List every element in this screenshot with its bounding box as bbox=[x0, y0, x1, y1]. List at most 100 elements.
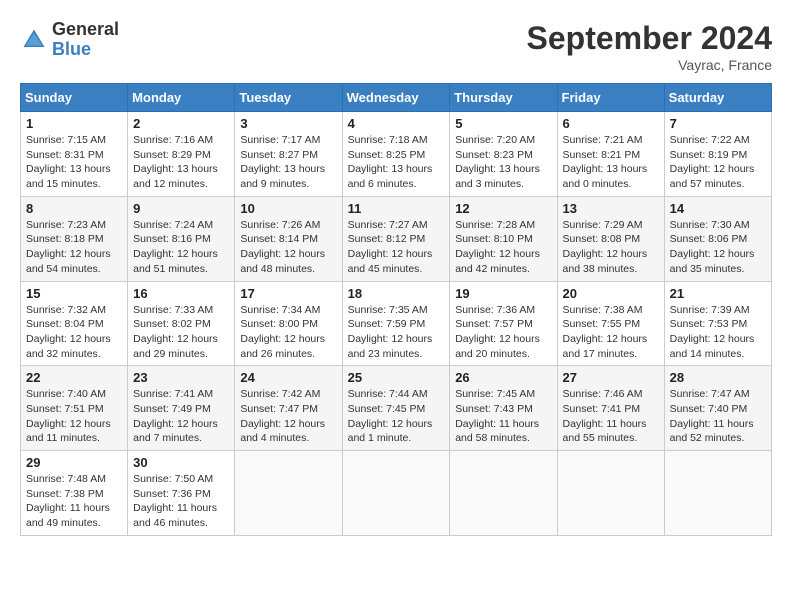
day-info: Sunrise: 7:36 AMSunset: 7:57 PMDaylight:… bbox=[455, 303, 551, 362]
calendar-cell: 30Sunrise: 7:50 AMSunset: 7:36 PMDayligh… bbox=[128, 451, 235, 536]
calendar-cell: 9 Sunrise: 7:24 AMSunset: 8:16 PMDaylight… bbox=[128, 196, 235, 281]
day-info: Sunrise: 7:45 AMSunset: 7:43 PMDaylight:… bbox=[455, 387, 551, 446]
column-header-saturday: Saturday bbox=[664, 84, 771, 112]
day-info: Sunrise: 7:24 AMSunset: 8:16 PMDaylight:… bbox=[133, 218, 229, 277]
day-info: Sunrise: 7:18 AMSunset: 8:25 PMDaylight:… bbox=[348, 133, 445, 192]
calendar-cell: 5Sunrise: 7:20 AMSunset: 8:23 PMDaylight… bbox=[450, 112, 557, 197]
column-header-monday: Monday bbox=[128, 84, 235, 112]
calendar-cell: 13Sunrise: 7:29 AMSunset: 8:08 PMDayligh… bbox=[557, 196, 664, 281]
day-info: Sunrise: 7:22 AMSunset: 8:19 PMDaylight:… bbox=[670, 133, 766, 192]
calendar-cell bbox=[664, 451, 771, 536]
calendar-week-5: 29Sunrise: 7:48 AMSunset: 7:38 PMDayligh… bbox=[21, 451, 772, 536]
day-info: Sunrise: 7:15 AMSunset: 8:31 PMDaylight:… bbox=[26, 133, 122, 192]
day-number: 1 bbox=[26, 116, 122, 131]
calendar-cell: 27Sunrise: 7:46 AMSunset: 7:41 PMDayligh… bbox=[557, 366, 664, 451]
calendar-week-1: 1 Sunrise: 7:15 AMSunset: 8:31 PMDaylight… bbox=[21, 112, 772, 197]
day-number: 7 bbox=[670, 116, 766, 131]
location-subtitle: Vayrac, France bbox=[527, 57, 772, 73]
calendar-cell: 12Sunrise: 7:28 AMSunset: 8:10 PMDayligh… bbox=[450, 196, 557, 281]
calendar-cell: 4Sunrise: 7:18 AMSunset: 8:25 PMDaylight… bbox=[342, 112, 450, 197]
column-headers: SundayMondayTuesdayWednesdayThursdayFrid… bbox=[21, 84, 772, 112]
day-info: Sunrise: 7:42 AMSunset: 7:47 PMDaylight:… bbox=[240, 387, 336, 446]
day-info: Sunrise: 7:34 AMSunset: 8:00 PMDaylight:… bbox=[240, 303, 336, 362]
day-info: Sunrise: 7:26 AMSunset: 8:14 PMDaylight:… bbox=[240, 218, 336, 277]
calendar-cell bbox=[342, 451, 450, 536]
day-info: Sunrise: 7:23 AMSunset: 8:18 PMDaylight:… bbox=[26, 218, 122, 277]
column-header-tuesday: Tuesday bbox=[235, 84, 342, 112]
day-number: 22 bbox=[26, 370, 122, 385]
day-number: 19 bbox=[455, 286, 551, 301]
column-header-sunday: Sunday bbox=[21, 84, 128, 112]
calendar-cell: 1 Sunrise: 7:15 AMSunset: 8:31 PMDaylight… bbox=[21, 112, 128, 197]
day-number: 28 bbox=[670, 370, 766, 385]
day-info: Sunrise: 7:44 AMSunset: 7:45 PMDaylight:… bbox=[348, 387, 445, 446]
calendar-cell: 20Sunrise: 7:38 AMSunset: 7:55 PMDayligh… bbox=[557, 281, 664, 366]
column-header-friday: Friday bbox=[557, 84, 664, 112]
day-number: 27 bbox=[563, 370, 659, 385]
calendar-cell bbox=[557, 451, 664, 536]
day-number: 3 bbox=[240, 116, 336, 131]
day-number: 14 bbox=[670, 201, 766, 216]
calendar-cell: 3 Sunrise: 7:17 AMSunset: 8:27 PMDaylight… bbox=[235, 112, 342, 197]
calendar-cell bbox=[450, 451, 557, 536]
day-number: 2 bbox=[133, 116, 229, 131]
calendar-cell: 24 Sunrise: 7:42 AMSunset: 7:47 PMDayligh… bbox=[235, 366, 342, 451]
day-info: Sunrise: 7:32 AMSunset: 8:04 PMDaylight:… bbox=[26, 303, 122, 362]
calendar-cell: 14 Sunrise: 7:30 AMSunset: 8:06 PMDayligh… bbox=[664, 196, 771, 281]
calendar-week-2: 8 Sunrise: 7:23 AMSunset: 8:18 PMDaylight… bbox=[21, 196, 772, 281]
day-info: Sunrise: 7:27 AMSunset: 8:12 PMDaylight:… bbox=[348, 218, 445, 277]
title-area: September 2024 Vayrac, France bbox=[527, 20, 772, 73]
calendar-cell: 21 Sunrise: 7:39 AMSunset: 7:53 PMDayligh… bbox=[664, 281, 771, 366]
calendar-cell: 23 Sunrise: 7:41 AMSunset: 7:49 PMDayligh… bbox=[128, 366, 235, 451]
calendar-cell: 2 Sunrise: 7:16 AMSunset: 8:29 PMDaylight… bbox=[128, 112, 235, 197]
day-number: 26 bbox=[455, 370, 551, 385]
day-info: Sunrise: 7:17 AMSunset: 8:27 PMDaylight:… bbox=[240, 133, 336, 192]
day-number: 9 bbox=[133, 201, 229, 216]
day-number: 10 bbox=[240, 201, 336, 216]
logo: General Blue bbox=[20, 20, 119, 60]
day-number: 16 bbox=[133, 286, 229, 301]
column-header-wednesday: Wednesday bbox=[342, 84, 450, 112]
calendar-cell: 10 Sunrise: 7:26 AMSunset: 8:14 PMDayligh… bbox=[235, 196, 342, 281]
calendar-cell: 15 Sunrise: 7:32 AMSunset: 8:04 PMDayligh… bbox=[21, 281, 128, 366]
day-number: 18 bbox=[348, 286, 445, 301]
day-number: 23 bbox=[133, 370, 229, 385]
day-info: Sunrise: 7:16 AMSunset: 8:29 PMDaylight:… bbox=[133, 133, 229, 192]
calendar-table: SundayMondayTuesdayWednesdayThursdayFrid… bbox=[20, 83, 772, 536]
calendar-cell: 16 Sunrise: 7:33 AMSunset: 8:02 PMDayligh… bbox=[128, 281, 235, 366]
calendar-week-4: 22 Sunrise: 7:40 AMSunset: 7:51 PMDayligh… bbox=[21, 366, 772, 451]
calendar-cell: 25 Sunrise: 7:44 AMSunset: 7:45 PMDayligh… bbox=[342, 366, 450, 451]
day-number: 15 bbox=[26, 286, 122, 301]
day-info: Sunrise: 7:33 AMSunset: 8:02 PMDaylight:… bbox=[133, 303, 229, 362]
logo-blue: Blue bbox=[52, 39, 91, 59]
day-info: Sunrise: 7:30 AMSunset: 8:06 PMDaylight:… bbox=[670, 218, 766, 277]
column-header-thursday: Thursday bbox=[450, 84, 557, 112]
day-number: 6 bbox=[563, 116, 659, 131]
calendar-cell: 19 Sunrise: 7:36 AMSunset: 7:57 PMDayligh… bbox=[450, 281, 557, 366]
logo-icon bbox=[20, 26, 48, 54]
calendar-cell bbox=[235, 451, 342, 536]
header: General Blue September 2024 Vayrac, Fran… bbox=[20, 20, 772, 73]
day-number: 21 bbox=[670, 286, 766, 301]
day-number: 25 bbox=[348, 370, 445, 385]
calendar-week-3: 15 Sunrise: 7:32 AMSunset: 8:04 PMDayligh… bbox=[21, 281, 772, 366]
day-number: 5 bbox=[455, 116, 551, 131]
day-number: 11 bbox=[348, 201, 445, 216]
day-number: 29 bbox=[26, 455, 122, 470]
day-info: Sunrise: 7:21 AMSunset: 8:21 PMDaylight:… bbox=[563, 133, 659, 192]
day-info: Sunrise: 7:39 AMSunset: 7:53 PMDaylight:… bbox=[670, 303, 766, 362]
calendar-cell: 22 Sunrise: 7:40 AMSunset: 7:51 PMDayligh… bbox=[21, 366, 128, 451]
calendar-cell: 11 Sunrise: 7:27 AMSunset: 8:12 PMDayligh… bbox=[342, 196, 450, 281]
day-number: 13 bbox=[563, 201, 659, 216]
day-number: 17 bbox=[240, 286, 336, 301]
month-title: September 2024 bbox=[527, 20, 772, 57]
calendar-cell: 29Sunrise: 7:48 AMSunset: 7:38 PMDayligh… bbox=[21, 451, 128, 536]
calendar-cell: 6 Sunrise: 7:21 AMSunset: 8:21 PMDaylight… bbox=[557, 112, 664, 197]
day-info: Sunrise: 7:47 AMSunset: 7:40 PMDaylight:… bbox=[670, 387, 766, 446]
day-info: Sunrise: 7:40 AMSunset: 7:51 PMDaylight:… bbox=[26, 387, 122, 446]
day-info: Sunrise: 7:41 AMSunset: 7:49 PMDaylight:… bbox=[133, 387, 229, 446]
day-info: Sunrise: 7:35 AMSunset: 7:59 PMDaylight:… bbox=[348, 303, 445, 362]
day-number: 24 bbox=[240, 370, 336, 385]
day-number: 8 bbox=[26, 201, 122, 216]
day-number: 20 bbox=[563, 286, 659, 301]
